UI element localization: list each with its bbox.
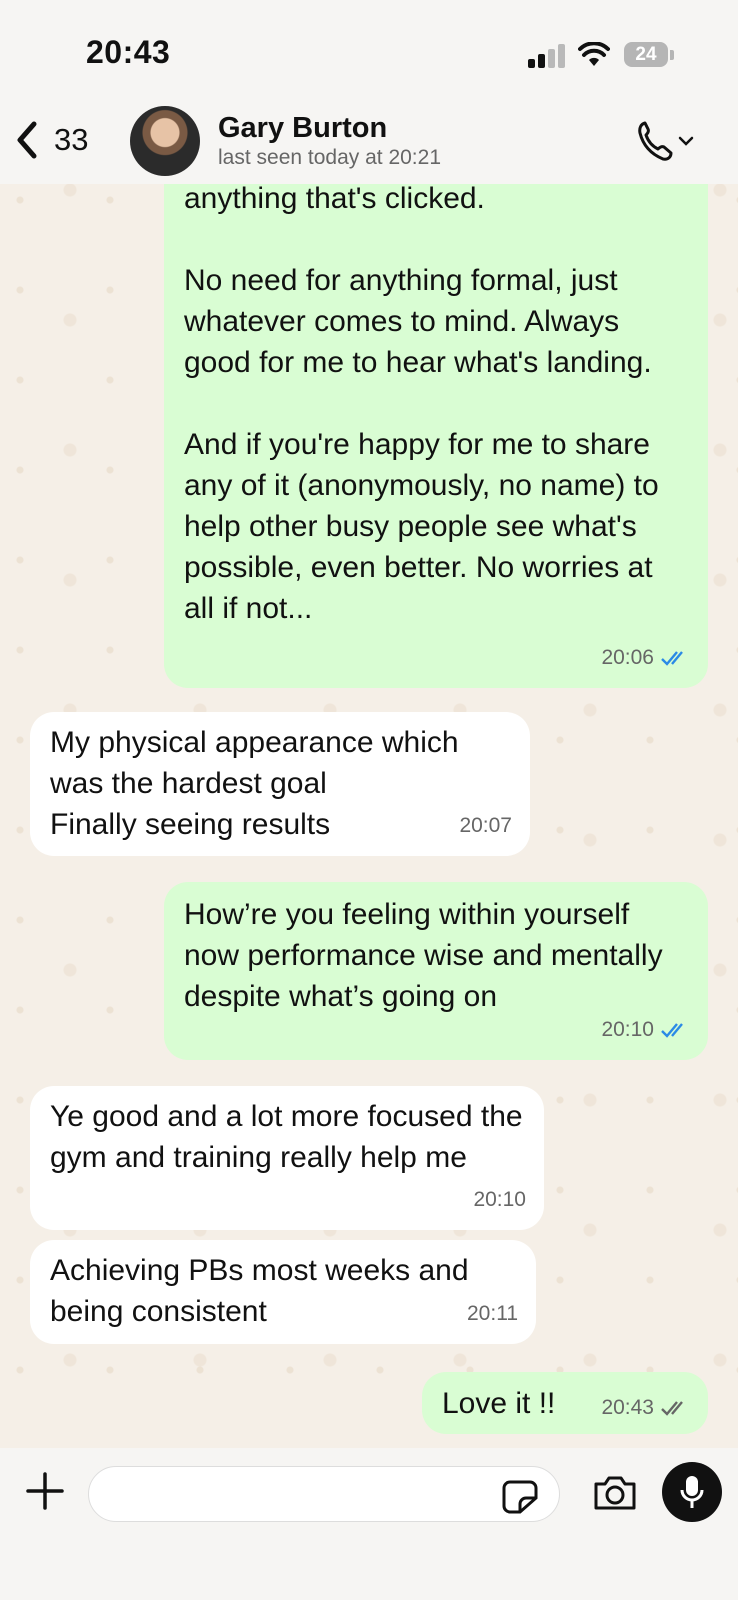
message-input[interactable] [88, 1466, 560, 1522]
status-bar: 20:43 24 [0, 0, 738, 100]
back-chevron-icon [17, 121, 37, 159]
message-outgoing[interactable]: Love it !! 20:43 [422, 1372, 708, 1434]
message-outgoing[interactable]: anything that's clicked. No need for any… [164, 168, 708, 688]
composer-bar [0, 1448, 738, 1600]
back-button[interactable]: 33 [14, 120, 88, 160]
cellular-signal-icon [528, 44, 566, 68]
message-meta: 20:10 [473, 1179, 526, 1220]
chevron-down-icon [678, 136, 694, 146]
call-button[interactable] [636, 120, 694, 162]
message-meta: 20:06 [601, 637, 690, 678]
contact-name[interactable]: Gary Burton [218, 112, 387, 145]
double-tick-icon [661, 1022, 683, 1038]
message-time: 20:10 [601, 1018, 654, 1041]
message-time: 20:11 [467, 1302, 518, 1325]
microphone-icon [680, 1476, 704, 1508]
message-text: Achieving PBs most weeks and being consi… [50, 1254, 469, 1328]
battery-tip [670, 50, 674, 60]
voice-record-button[interactable] [662, 1462, 722, 1522]
wifi-icon [578, 42, 610, 66]
plus-icon[interactable] [24, 1470, 66, 1512]
message-text: How’re you feeling within yourself now p… [184, 898, 663, 1013]
message-outgoing[interactable]: How’re you feeling within yourself now p… [164, 882, 708, 1060]
message-time: 20:10 [473, 1188, 526, 1211]
phone-icon [638, 121, 673, 161]
message-time: 20:43 [601, 1396, 654, 1419]
message-meta: 20:10 [601, 1009, 690, 1050]
double-tick-icon [661, 650, 683, 666]
message-incoming[interactable]: My physical appearance which was the har… [30, 712, 530, 856]
sticker-icon[interactable] [502, 1480, 538, 1514]
message-time: 20:07 [459, 814, 512, 837]
message-incoming[interactable]: Achieving PBs most weeks and being consi… [30, 1240, 536, 1344]
message-time: 20:06 [601, 646, 654, 669]
message-incoming[interactable]: Ye good and a lot more focused the gym a… [30, 1086, 544, 1230]
unread-count: 33 [54, 122, 89, 157]
message-text: Ye good and a lot more focused the gym a… [50, 1100, 523, 1174]
chat-header: 33 Gary Burton last seen today at 20:21 [0, 100, 738, 184]
camera-icon[interactable] [592, 1474, 638, 1512]
message-meta: 20:43 [601, 1387, 690, 1428]
status-time: 20:43 [86, 34, 171, 70]
message-meta: 20:07 [459, 805, 512, 846]
avatar[interactable] [130, 106, 200, 176]
battery-icon: 24 [624, 42, 668, 67]
double-tick-icon [661, 1400, 683, 1416]
message-text: anything that's clicked. No need for any… [184, 182, 659, 625]
contact-last-seen: last seen today at 20:21 [218, 146, 441, 169]
message-meta: 20:11 [467, 1293, 518, 1334]
message-text: My physical appearance which was the har… [50, 726, 459, 841]
